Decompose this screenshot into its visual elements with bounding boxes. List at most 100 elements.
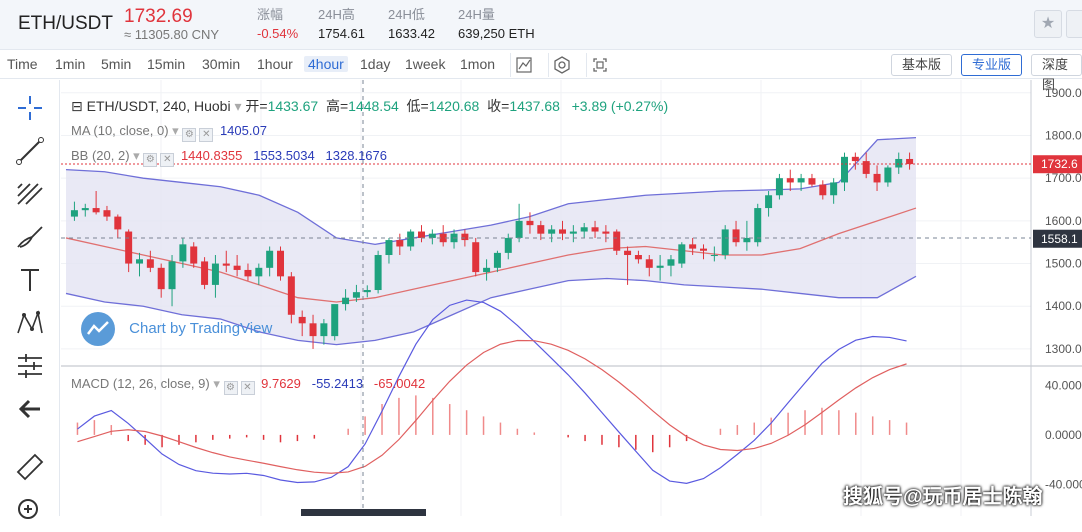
tradingview-badge[interactable]: Chart by TradingView [81, 312, 272, 346]
tf-4hour[interactable]: 4hour [304, 56, 348, 72]
caret-icon[interactable]: ▾ [133, 148, 140, 163]
more-button[interactable] [1066, 10, 1082, 38]
macd-legend[interactable]: MACD (12, 26, close, 9) ▾ ⚙ ✕ 9.7629 -55.… [71, 376, 425, 395]
caret-icon[interactable]: ▾ [213, 376, 220, 391]
candle-body [81, 208, 89, 211]
macd-tick-label: 40.0000 [1045, 379, 1082, 393]
bb-upper-value: 1553.5034 [253, 148, 315, 163]
stat-volume: 24H量 639,250 ETH [458, 6, 535, 44]
favorite-star-icon[interactable]: ★ [1034, 10, 1062, 38]
candle-body [428, 233, 436, 238]
candle-body [559, 229, 566, 234]
text-icon[interactable] [14, 264, 46, 296]
settings-hex-icon[interactable] [548, 53, 574, 77]
settings-icon[interactable]: ⚙ [143, 153, 158, 167]
candle-body [179, 244, 187, 262]
fib-icon[interactable] [14, 178, 46, 210]
stat-value: 1633.42 [388, 26, 435, 41]
candle-body [114, 216, 122, 230]
candle-body [244, 269, 252, 277]
drawing-toolbar [0, 80, 60, 519]
current-price-text: 1732.6 [1041, 157, 1078, 171]
macd-value: -55.2413 [311, 376, 364, 391]
candle-body [851, 156, 859, 162]
candle-body [146, 259, 154, 268]
candle-body [461, 233, 469, 241]
tf-time[interactable]: Time [7, 56, 38, 72]
candle-body [190, 246, 198, 264]
watermark: 搜狐号@玩币居士陈翰 [843, 486, 1043, 508]
back-arrow-icon[interactable] [14, 393, 46, 425]
macd-label: MACD (12, 26, close, 9) [71, 376, 210, 391]
candle-body [732, 229, 740, 243]
candle-body [385, 240, 393, 256]
ma-value: 1405.07 [219, 123, 267, 138]
open-label: 开= [245, 98, 268, 114]
close-icon[interactable]: ✕ [240, 381, 255, 395]
chart-canvas[interactable]: 1900.00 1800.00 1700.00 1600.00 1500.00 1400.… [61, 80, 1082, 516]
candle-body [710, 255, 718, 257]
candle-body [374, 255, 382, 291]
candle-body [472, 242, 480, 273]
candle-body [342, 297, 350, 305]
candle-body [320, 323, 328, 337]
candle-body [862, 161, 870, 174]
tf-1mon[interactable]: 1mon [460, 56, 495, 72]
fullscreen-icon[interactable] [586, 53, 612, 77]
basic-version-button[interactable]: 基本版 [891, 54, 953, 76]
bb-legend[interactable]: BB (20, 2) ▾ ⚙ ✕ 1440.8355 1553.5034 1328… [71, 148, 387, 167]
bb-lower-value: 1328.1676 [325, 148, 387, 163]
candle-body [884, 167, 892, 183]
candle-body [537, 225, 545, 234]
tf-1min[interactable]: 1min [55, 56, 85, 72]
close-icon[interactable]: ✕ [160, 153, 175, 167]
tf-1day[interactable]: 1day [360, 56, 390, 72]
bb-basis-value: 1440.8355 [180, 148, 243, 163]
brush-icon[interactable] [14, 221, 46, 253]
candle-body [841, 156, 848, 183]
tf-15min[interactable]: 15min [147, 56, 185, 72]
legend-caret-icon[interactable]: ▾ [234, 98, 245, 114]
candle-body [743, 237, 751, 243]
candle-body [775, 178, 783, 196]
pair-title: ETH/USDT [18, 13, 113, 34]
high-value: 1448.54 [348, 98, 399, 114]
settings-icon[interactable]: ⚙ [223, 381, 238, 395]
candle-body [765, 195, 773, 209]
candle-body [136, 259, 143, 264]
zoom-icon[interactable] [14, 495, 46, 527]
candle-body [157, 267, 165, 290]
measure-icon[interactable] [14, 350, 46, 382]
stat-label: 24H量 [458, 7, 495, 22]
tf-5min[interactable]: 5min [101, 56, 131, 72]
candle-body [363, 290, 371, 293]
candle-body [895, 158, 903, 168]
depth-chart-button[interactable]: 深度图 [1031, 54, 1082, 92]
tf-1week[interactable]: 1week [405, 56, 445, 72]
price-chart[interactable]: 1900.00 1800.00 1700.00 1600.00 1500.00 1400.… [61, 80, 1082, 521]
tf-30min[interactable]: 30min [202, 56, 240, 72]
crosshair-icon[interactable] [14, 92, 46, 124]
candle-body [515, 220, 523, 238]
line-chart-icon[interactable] [510, 53, 536, 77]
trend-line-icon[interactable] [14, 135, 46, 167]
settings-icon[interactable]: ⚙ [182, 128, 197, 142]
tradingview-logo-icon [81, 312, 115, 346]
candle-body [786, 178, 794, 183]
legend-menu-icon[interactable]: ⊟ [71, 98, 87, 114]
tf-1hour[interactable]: 1hour [257, 56, 293, 72]
last-price: 1732.69 [124, 6, 193, 27]
candle-body [678, 244, 686, 264]
candle-body [700, 248, 707, 251]
ruler-icon[interactable] [14, 452, 46, 484]
candle-body [819, 184, 827, 196]
stat-label: 24H低 [388, 7, 425, 22]
candle-body [580, 227, 588, 232]
price-cny: ≈ 11305.80 CNY [124, 27, 220, 42]
pattern-icon[interactable] [14, 307, 46, 339]
close-icon[interactable]: ✕ [199, 128, 214, 142]
candle-body [277, 250, 284, 277]
pro-version-button[interactable]: 专业版 [961, 54, 1023, 76]
caret-icon[interactable]: ▾ [172, 123, 179, 138]
ma-legend[interactable]: MA (10, close, 0) ▾ ⚙ ✕ 1405.07 [71, 123, 267, 142]
